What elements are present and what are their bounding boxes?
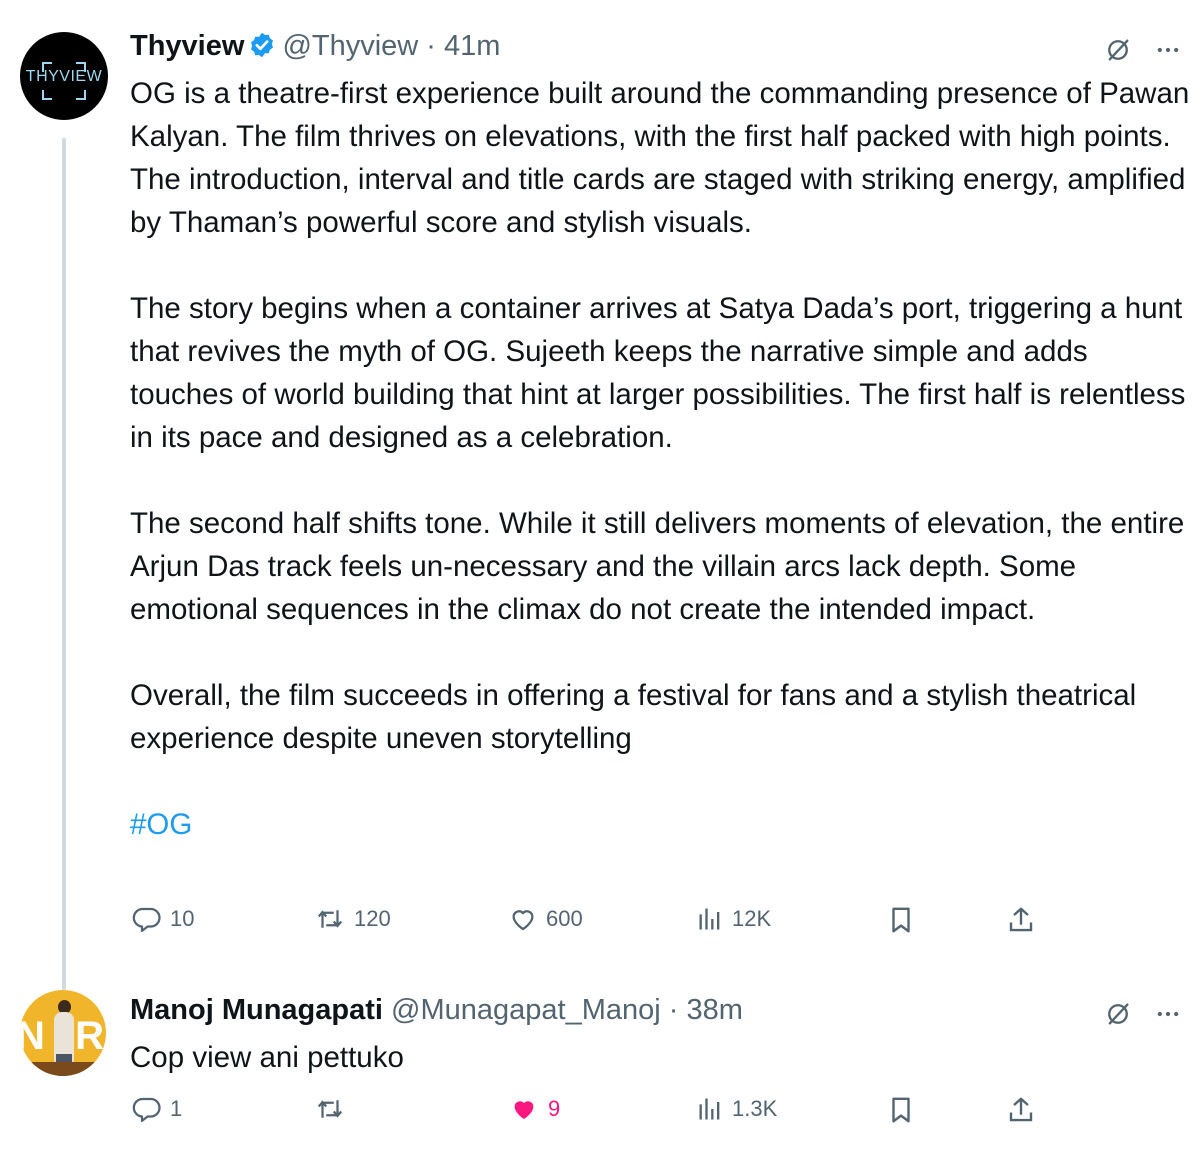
grok-icon[interactable] xyxy=(1104,1000,1132,1033)
more-icon[interactable] xyxy=(1154,36,1182,69)
like-button[interactable]: 9 xyxy=(508,1094,560,1124)
separator-dot: · xyxy=(660,994,687,1026)
reply-count: 1 xyxy=(170,1096,183,1121)
like-icon xyxy=(508,904,538,934)
separator-dot: · xyxy=(418,30,445,62)
author-handle[interactable]: @Munagapat_Manoj xyxy=(391,994,661,1026)
bookmark-icon xyxy=(886,904,916,936)
verified-badge-icon xyxy=(248,31,276,67)
tweet1-header: Thyview @Thyview · 41m xyxy=(130,30,500,67)
hashtag-link[interactable]: #OG xyxy=(130,808,192,841)
avatar-corner xyxy=(76,90,86,100)
tweet1-body: OG is a theatre-first experience built a… xyxy=(130,72,1190,846)
views-icon xyxy=(696,904,724,934)
reply-count: 10 xyxy=(170,906,195,931)
tweet-paragraph: The story begins when a container arrive… xyxy=(130,292,1186,454)
tweet-paragraph: Cop view ani pettuko xyxy=(130,1041,404,1074)
tweet1-actions: 10 120 600 12K xyxy=(130,904,1040,944)
avatar-floor xyxy=(20,1062,106,1076)
reply-button[interactable]: 10 xyxy=(132,904,194,934)
bookmark-icon xyxy=(886,1094,916,1126)
grok-icon[interactable] xyxy=(1104,36,1132,69)
manoj-avatar[interactable]: N R xyxy=(20,990,106,1076)
tweet-paragraph: Overall, the film succeeds in offering a… xyxy=(130,679,1137,755)
tweet2-top-icons xyxy=(1104,1000,1182,1033)
tweet2-actions: 1 9 1.3K xyxy=(130,1094,1040,1134)
more-icon[interactable] xyxy=(1154,1000,1182,1033)
reply-button[interactable]: 1 xyxy=(132,1094,182,1124)
repost-button[interactable]: 120 xyxy=(314,904,391,934)
avatar-logo-text: THYVIEW xyxy=(25,68,103,85)
tweet-paragraph: OG is a theatre-first experience built a… xyxy=(130,77,1190,239)
share-button[interactable] xyxy=(1006,1094,1036,1126)
author-name[interactable]: Thyview xyxy=(130,30,244,62)
timestamp[interactable]: 38m xyxy=(686,994,742,1026)
views-icon xyxy=(696,1094,724,1124)
tweet-paragraph: The second half shifts tone. While it st… xyxy=(130,507,1185,626)
reply-icon xyxy=(132,1094,162,1124)
like-count: 9 xyxy=(548,1096,561,1121)
tweet1-top-icons xyxy=(1104,36,1182,69)
repost-button[interactable] xyxy=(314,1094,346,1124)
share-button[interactable] xyxy=(1006,904,1036,936)
bookmark-button[interactable] xyxy=(886,904,916,936)
author-handle[interactable]: @Thyview xyxy=(282,30,418,62)
author-name[interactable]: Manoj Munagapati xyxy=(130,994,383,1026)
repost-icon xyxy=(314,904,346,934)
timestamp[interactable]: 41m xyxy=(444,30,500,62)
views-button[interactable]: 12K xyxy=(696,904,771,934)
repost-icon xyxy=(314,1094,346,1124)
reply-icon xyxy=(132,904,162,934)
thyview-avatar[interactable]: THYVIEW xyxy=(20,32,108,120)
bookmark-button[interactable] xyxy=(886,1094,916,1126)
views-count: 1.3K xyxy=(732,1096,778,1121)
share-icon xyxy=(1006,904,1036,936)
like-icon xyxy=(508,1094,540,1124)
avatar-letter-left: N xyxy=(20,1014,45,1058)
views-button[interactable]: 1.3K xyxy=(696,1094,777,1124)
repost-count: 120 xyxy=(354,906,391,931)
tweet2-body: Cop view ani pettuko xyxy=(130,1036,1190,1079)
share-icon xyxy=(1006,1094,1036,1126)
avatar-letter-right: R xyxy=(75,1014,104,1058)
like-button[interactable]: 600 xyxy=(508,904,583,934)
views-count: 12K xyxy=(732,906,772,931)
thread-connector-line xyxy=(62,138,66,990)
tweet2-header: Manoj Munagapati @Munagapat_Manoj · 38m xyxy=(130,994,743,1027)
like-count: 600 xyxy=(546,906,583,931)
avatar-corner xyxy=(42,90,52,100)
